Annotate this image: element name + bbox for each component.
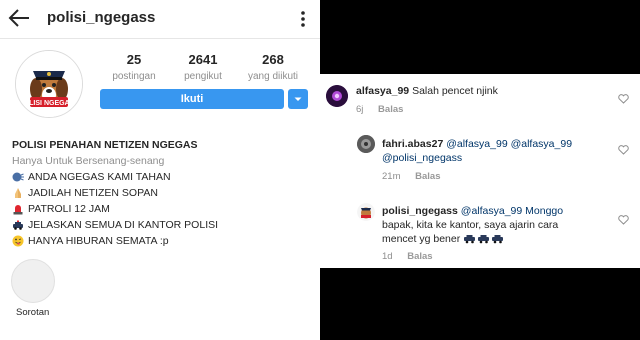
- bio-category: Hanya Untuk Bersenang-senang: [12, 155, 165, 167]
- profile-avatar[interactable]: POLISI NGEGASS: [15, 50, 83, 118]
- profile-screen: polisi_ngegass POLISI NGEGASS 25 posting…: [0, 0, 320, 340]
- comment-body: Salah pencet njink: [412, 85, 498, 97]
- followers-label: pengikut: [184, 71, 222, 82]
- posts-count: 25: [126, 52, 142, 67]
- bio-line-text: PATROLI 12 JAM: [28, 203, 110, 215]
- speaking-head-icon: [12, 172, 24, 182]
- comment-mention[interactable]: @alfasya_99 Monggo: [461, 205, 563, 217]
- bio-line-text: JADILAH NETIZEN SOPAN: [28, 187, 158, 199]
- police-car-icon: [13, 220, 23, 230]
- comment-body: mencet yg bener: [382, 233, 461, 245]
- commenter-avatar[interactable]: [357, 203, 375, 221]
- like-heart-icon[interactable]: [618, 145, 629, 155]
- police-light-icon: [13, 205, 23, 215]
- follow-button[interactable]: Ikuti: [100, 89, 284, 109]
- profile-bio: POLISI PENAHAN NETIZEN NGEGAS Hanya Untu…: [12, 137, 312, 249]
- reply-button[interactable]: Balas: [378, 104, 403, 115]
- comment-meta: 21m Balas: [382, 171, 452, 182]
- stat-posts[interactable]: 25 postingan: [104, 52, 164, 84]
- winking-tongue-icon: [12, 235, 24, 247]
- comments-panel: alfasya_99 Salah pencet njink 6j Balas f…: [320, 74, 640, 268]
- story-highlight[interactable]: [11, 259, 55, 303]
- police-car-emojis-icon: [464, 235, 504, 244]
- comment-username[interactable]: polisi_ngegass: [382, 205, 458, 217]
- like-heart-icon[interactable]: [618, 215, 629, 225]
- bio-line-text: HANYA HIBURAN SEMATA :p: [28, 235, 169, 247]
- comment-username[interactable]: fahri.abas27: [382, 138, 443, 150]
- reply-button[interactable]: Balas: [407, 251, 432, 262]
- bio-line: HANYA HIBURAN SEMATA :p: [12, 233, 312, 249]
- comment-text: fahri.abas27 @alfasya_99 @alfasya_99 @po…: [382, 137, 572, 165]
- posts-label: postingan: [112, 71, 156, 82]
- beagle-police-avatar-icon: [357, 203, 375, 221]
- comment-mention[interactable]: @alfasya_99 @alfasya_99: [446, 138, 572, 150]
- bio-line-text: JELASKAN SEMUA DI KANTOR POLISI: [28, 219, 219, 231]
- comment-username[interactable]: alfasya_99: [356, 85, 409, 97]
- comment-time: 6j: [356, 104, 364, 115]
- comment-text: alfasya_99 Salah pencet njink: [356, 84, 498, 98]
- followers-count: 2641: [188, 52, 218, 67]
- chevron-down-icon: [294, 97, 302, 101]
- bio-name: POLISI PENAHAN NETIZEN NGEGAS: [12, 139, 198, 151]
- stat-following[interactable]: 268 yang diikuti: [243, 52, 303, 84]
- bio-line: JELASKAN SEMUA DI KANTOR POLISI: [12, 217, 312, 233]
- like-heart-icon[interactable]: [618, 94, 629, 104]
- bio-line-text: ANDA NGEGAS KAMI TAHAN: [28, 171, 171, 183]
- dark-disc-avatar-icon: [357, 135, 375, 153]
- comment-mention[interactable]: @polisi_ngegass: [382, 151, 572, 165]
- bio-line: PATROLI 12 JAM: [12, 201, 312, 217]
- top-bar: polisi_ngegass: [0, 0, 320, 39]
- comment-time: 21m: [382, 171, 401, 182]
- back-arrow-icon[interactable]: [8, 8, 30, 28]
- avatar-caption: POLISI NGEGASS: [19, 100, 79, 107]
- reply-button[interactable]: Balas: [415, 171, 440, 182]
- bio-line: ANDA NGEGAS KAMI TAHAN: [12, 169, 312, 185]
- beagle-police-avatar-icon: POLISI NGEGASS: [16, 51, 82, 117]
- comment-body: bapak, kita ke kantor, saya ajarin cara: [382, 219, 559, 231]
- commenter-avatar[interactable]: [357, 135, 375, 153]
- commenter-avatar[interactable]: [326, 85, 348, 107]
- comment-text: polisi_ngegass @alfasya_99 Monggo bapak,…: [382, 204, 563, 246]
- purple-glow-avatar-icon: [326, 85, 348, 107]
- bio-line: JADILAH NETIZEN SOPAN: [12, 185, 312, 201]
- suggestions-dropdown-button[interactable]: [288, 89, 308, 109]
- praying-hands-icon: [15, 188, 21, 198]
- more-options-icon[interactable]: [300, 10, 306, 28]
- comment-meta: 1d Balas: [382, 251, 445, 262]
- profile-username: polisi_ngegass: [47, 9, 156, 26]
- comment-time: 1d: [382, 251, 393, 262]
- following-count: 268: [262, 52, 284, 67]
- comment-meta: 6j Balas: [356, 104, 415, 115]
- story-highlight-label: Sorotan: [16, 307, 50, 318]
- stat-followers[interactable]: 2641 pengikut: [173, 52, 233, 84]
- following-label: yang diikuti: [247, 71, 299, 82]
